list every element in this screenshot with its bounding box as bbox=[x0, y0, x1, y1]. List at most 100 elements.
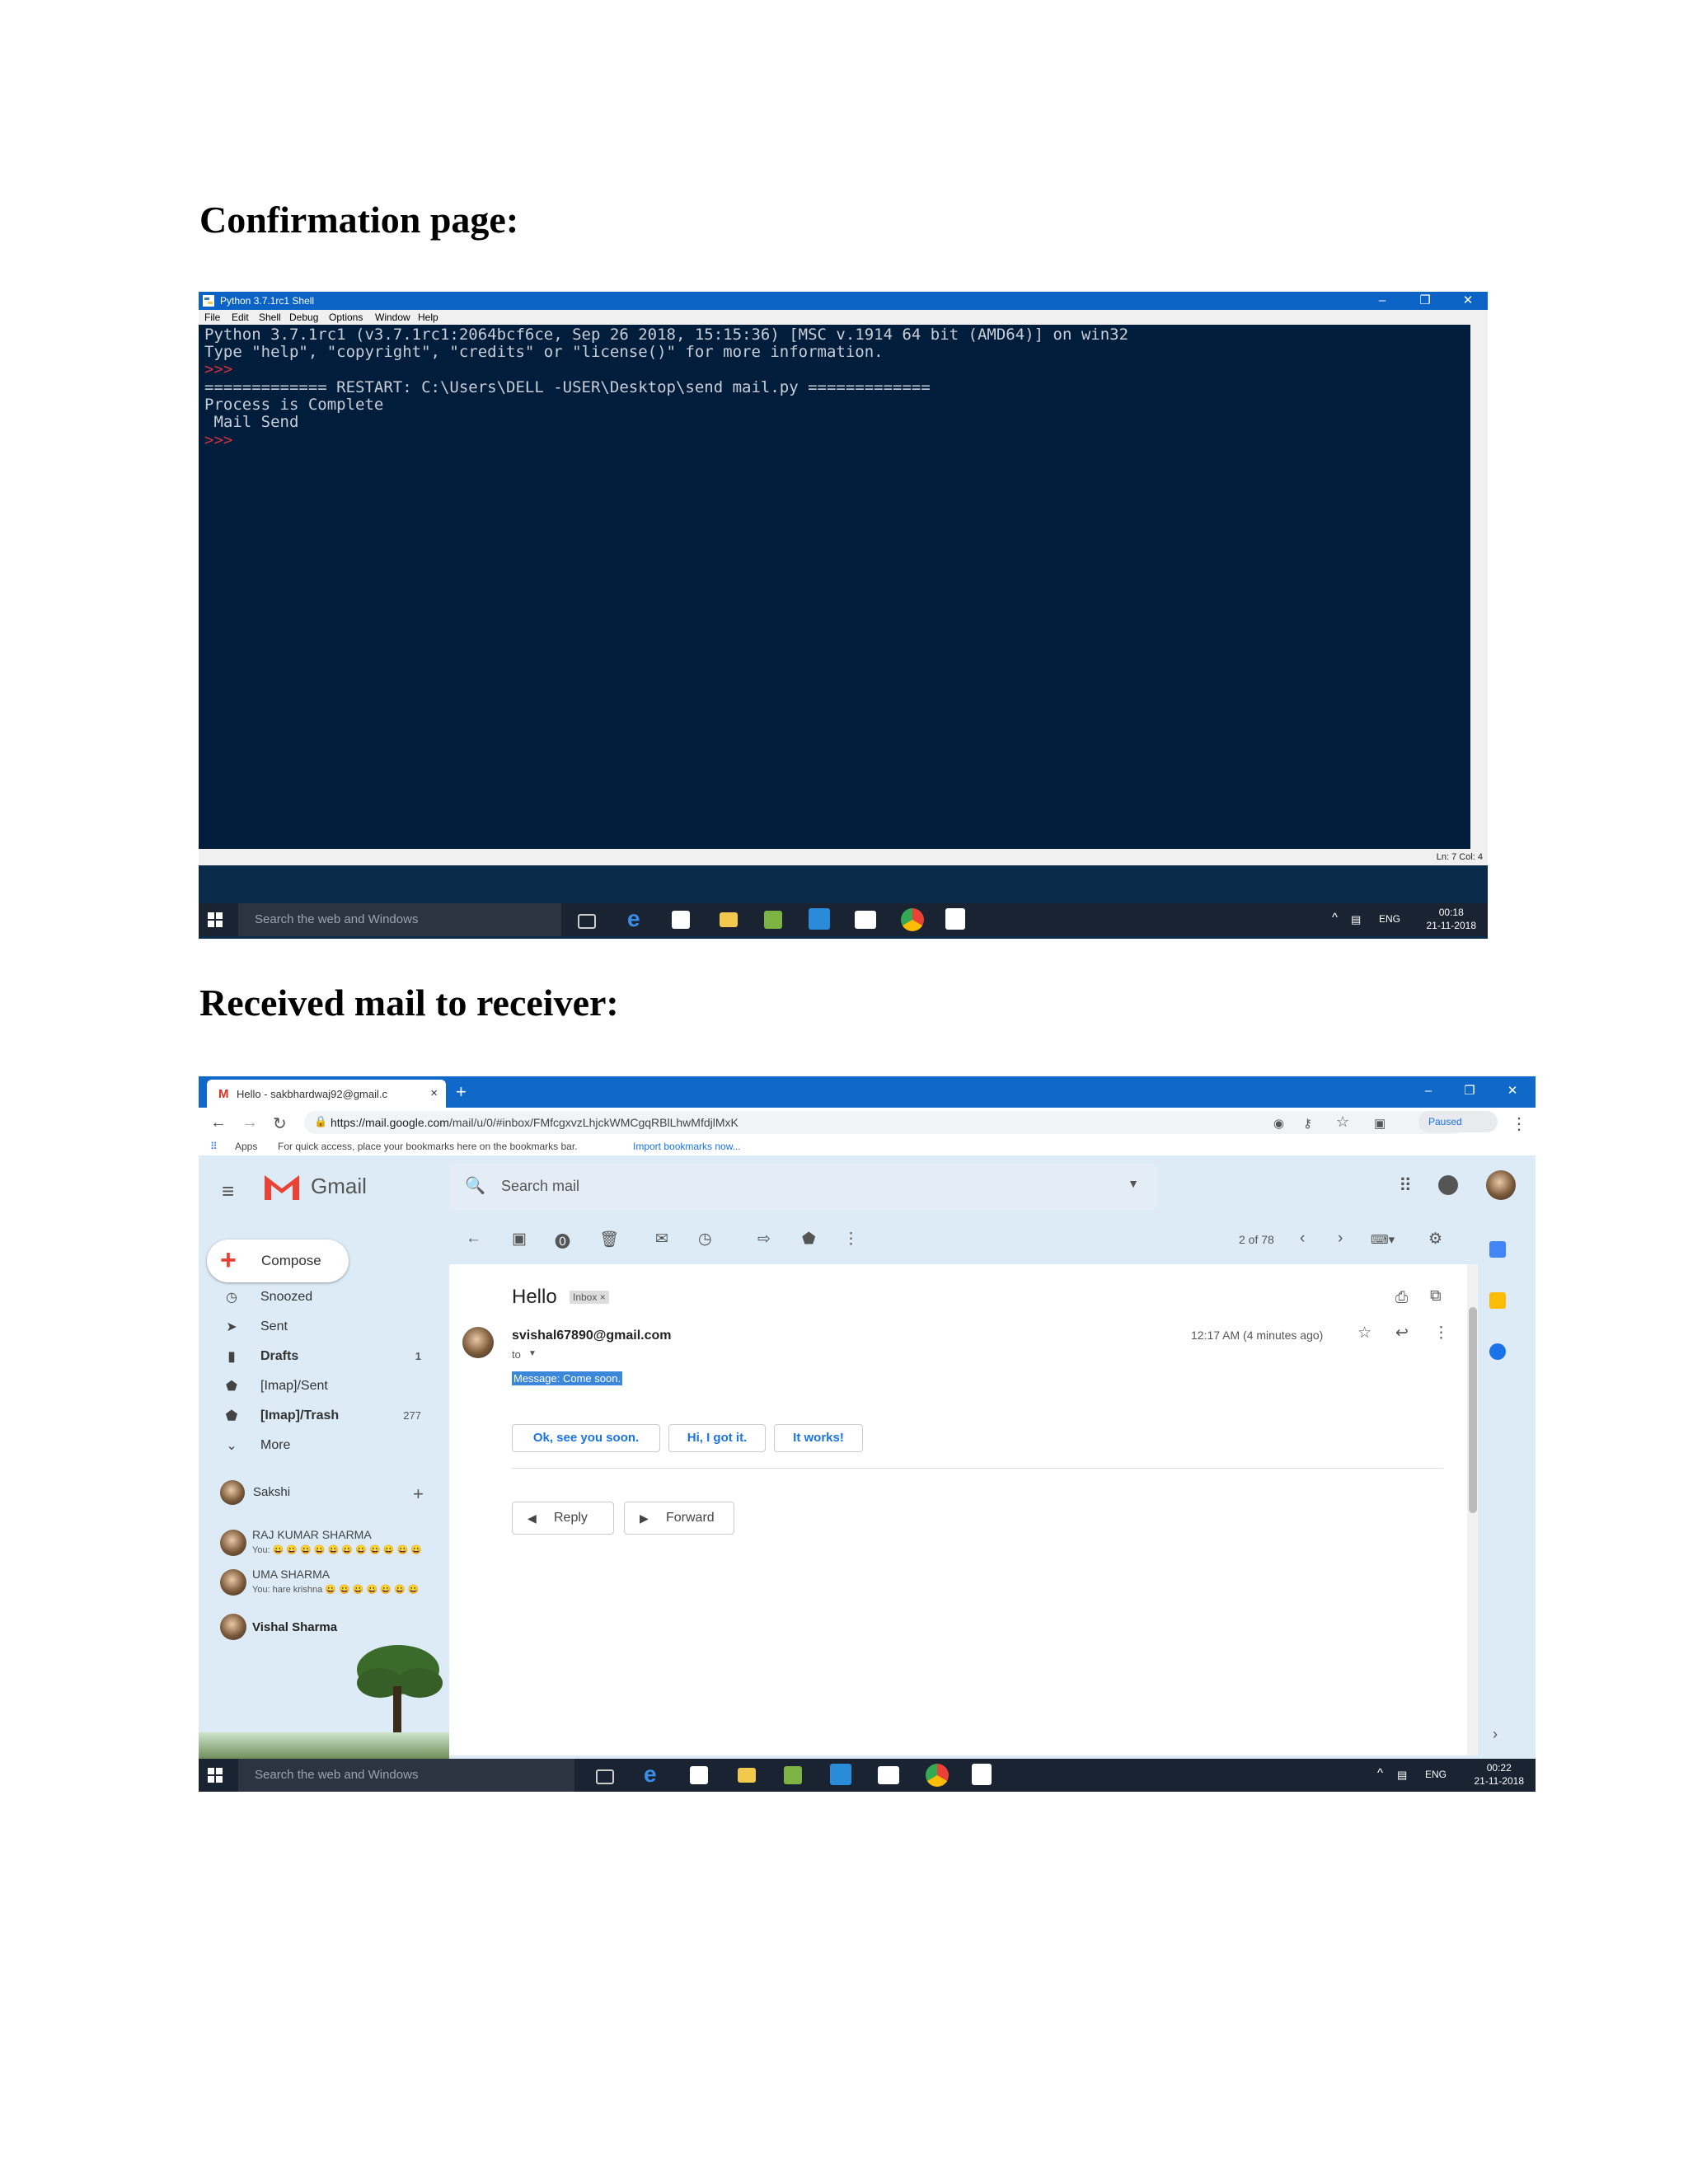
browser-menu-icon[interactable]: ⋮ bbox=[1511, 1113, 1527, 1134]
search-mail-input[interactable]: 🔍 Search mail ▼ bbox=[450, 1164, 1157, 1210]
sidebar-item-more[interactable]: ⌄ More bbox=[199, 1431, 446, 1460]
google-apps-icon[interactable]: ⠿ bbox=[1399, 1175, 1412, 1197]
photos-icon[interactable] bbox=[855, 911, 876, 929]
menu-window[interactable]: Window bbox=[375, 312, 410, 323]
account-avatar[interactable] bbox=[1486, 1170, 1516, 1200]
console-scrollbar[interactable] bbox=[1470, 325, 1488, 849]
word-icon[interactable] bbox=[830, 1764, 851, 1785]
report-spam-icon[interactable]: ⓿ bbox=[555, 1230, 570, 1252]
taskbar-clock[interactable]: 00:18 21-11-2018 bbox=[1427, 906, 1477, 932]
back-icon[interactable]: ← bbox=[210, 1113, 227, 1132]
menu-options[interactable]: Options bbox=[329, 312, 363, 323]
move-to-icon[interactable]: ⇨ bbox=[757, 1230, 771, 1249]
keep-icon[interactable] bbox=[1489, 1292, 1506, 1309]
main-menu-icon[interactable]: ≡ bbox=[222, 1179, 234, 1204]
language-indicator[interactable]: ENG bbox=[1379, 913, 1400, 925]
contact-name[interactable]: Vishal Sharma bbox=[252, 1620, 337, 1634]
sidebar-item-drafts[interactable]: ▮ Drafts 1 bbox=[199, 1342, 446, 1371]
inbox-label-chip[interactable]: Inbox × bbox=[570, 1291, 609, 1304]
sidebar-item-sent[interactable]: ➤ Sent bbox=[199, 1312, 446, 1342]
python-idle-icon[interactable] bbox=[945, 908, 965, 930]
forward-button[interactable]: ▶ Forward bbox=[624, 1502, 734, 1535]
store-icon[interactable] bbox=[672, 911, 690, 929]
tasks-icon[interactable] bbox=[1489, 1343, 1506, 1360]
edge-icon[interactable]: e bbox=[644, 1763, 667, 1787]
notepad-icon[interactable] bbox=[784, 1766, 802, 1784]
input-tools-icon[interactable]: ⌨▾ bbox=[1371, 1232, 1395, 1247]
sidebar-item-imap-trash[interactable]: ⬟ [Imap]/Trash 277 bbox=[199, 1401, 446, 1431]
expand-panel-chevron-icon[interactable]: › bbox=[1493, 1726, 1498, 1743]
tray-chevron-icon[interactable]: ^ bbox=[1377, 1766, 1383, 1780]
sender-email[interactable]: svishal67890@gmail.com bbox=[512, 1329, 671, 1343]
message-scrollbar[interactable] bbox=[1467, 1264, 1479, 1755]
task-view-icon[interactable] bbox=[596, 1769, 614, 1784]
menu-help[interactable]: Help bbox=[418, 312, 438, 323]
calendar-icon[interactable] bbox=[1489, 1241, 1506, 1258]
sidebar-item-imap-sent[interactable]: ⬟ [Imap]/Sent bbox=[199, 1371, 446, 1401]
back-to-inbox-icon[interactable]: ← bbox=[466, 1230, 481, 1248]
windows-start-icon[interactable] bbox=[207, 1767, 223, 1783]
contact-avatar[interactable] bbox=[220, 1614, 246, 1640]
notifications-icon[interactable] bbox=[1438, 1175, 1458, 1195]
hangouts-user-avatar[interactable] bbox=[220, 1480, 245, 1505]
snooze-icon[interactable]: ◷ bbox=[698, 1230, 712, 1249]
extension-icon[interactable]: ▣ bbox=[1374, 1116, 1386, 1131]
reload-icon[interactable]: ↻ bbox=[273, 1113, 287, 1134]
apps-grid-icon[interactable]: ⠿ bbox=[210, 1141, 218, 1152]
close-button[interactable]: ✕ bbox=[1451, 293, 1484, 309]
language-indicator[interactable]: ENG bbox=[1425, 1769, 1447, 1780]
browser-tab[interactable]: M Hello - sakbhardwaj92@gmail.c × bbox=[207, 1080, 446, 1108]
contact-avatar[interactable] bbox=[220, 1569, 246, 1596]
menu-debug[interactable]: Debug bbox=[289, 312, 318, 323]
mark-unread-icon[interactable]: ✉ bbox=[655, 1230, 668, 1249]
python-idle-icon[interactable] bbox=[972, 1764, 992, 1785]
sidebar-item-snoozed[interactable]: ◷ Snoozed bbox=[199, 1282, 446, 1312]
more-options-icon[interactable]: ⋮ bbox=[1433, 1324, 1449, 1343]
menu-file[interactable]: File bbox=[204, 312, 220, 323]
taskbar-search[interactable]: Search the web and Windows bbox=[238, 1759, 574, 1792]
reply-button[interactable]: ◀ Reply bbox=[512, 1502, 614, 1535]
import-bookmarks-link[interactable]: Import bookmarks now... bbox=[633, 1141, 741, 1152]
smart-reply-button[interactable]: Hi, I got it. bbox=[668, 1424, 766, 1452]
task-view-icon[interactable] bbox=[578, 914, 596, 929]
tab-close-icon[interactable]: × bbox=[430, 1086, 438, 1100]
star-icon[interactable]: ☆ bbox=[1357, 1324, 1372, 1343]
search-icon[interactable]: 🔍 bbox=[465, 1175, 485, 1196]
chrome-icon[interactable] bbox=[901, 908, 924, 931]
key-icon[interactable]: ⚷ bbox=[1303, 1116, 1312, 1131]
keyboard-icon[interactable]: ▤ bbox=[1351, 913, 1361, 926]
store-icon[interactable] bbox=[690, 1766, 708, 1784]
smart-reply-button[interactable]: Ok, see you soon. bbox=[512, 1424, 660, 1452]
profile-paused-button[interactable]: Paused bbox=[1418, 1111, 1498, 1132]
archive-icon[interactable]: ▣ bbox=[512, 1230, 527, 1249]
windows-start-icon[interactable] bbox=[207, 912, 223, 928]
search-options-chevron-icon[interactable]: ▼ bbox=[1128, 1177, 1139, 1190]
bookmarks-apps[interactable]: Apps bbox=[235, 1141, 257, 1152]
contact-name[interactable]: UMA SHARMA bbox=[252, 1568, 330, 1581]
contact-avatar[interactable] bbox=[220, 1530, 246, 1556]
minimize-button[interactable]: – bbox=[1412, 1083, 1445, 1099]
new-tab-button[interactable]: + bbox=[456, 1081, 467, 1103]
recipient-details-chevron-icon[interactable]: ▼ bbox=[528, 1349, 537, 1358]
keyboard-icon[interactable]: ▤ bbox=[1397, 1769, 1407, 1782]
photos-icon[interactable] bbox=[878, 1766, 899, 1784]
sender-avatar[interactable] bbox=[462, 1327, 494, 1358]
reply-icon[interactable]: ↩ bbox=[1395, 1324, 1409, 1343]
chrome-icon[interactable] bbox=[926, 1764, 949, 1787]
taskbar-clock[interactable]: 00:22 21-11-2018 bbox=[1475, 1761, 1525, 1788]
word-icon[interactable] bbox=[809, 908, 830, 930]
minimize-button[interactable]: – bbox=[1366, 293, 1399, 309]
forward-icon[interactable]: → bbox=[241, 1113, 258, 1132]
menu-shell[interactable]: Shell bbox=[259, 312, 281, 323]
print-icon[interactable]: ⎙ bbox=[1395, 1289, 1408, 1307]
more-actions-icon[interactable]: ⋮ bbox=[843, 1230, 859, 1249]
open-in-new-window-icon[interactable]: ⧉ bbox=[1430, 1287, 1442, 1305]
contact-name[interactable]: RAJ KUMAR SHARMA bbox=[252, 1528, 372, 1541]
hangouts-user-name[interactable]: Sakshi bbox=[253, 1485, 290, 1499]
notepad-icon[interactable] bbox=[764, 911, 782, 929]
labels-icon[interactable]: ⬟ bbox=[802, 1230, 816, 1249]
file-explorer-icon[interactable] bbox=[738, 1768, 756, 1783]
scrollbar-thumb[interactable] bbox=[1469, 1307, 1477, 1513]
restore-button[interactable]: ❐ bbox=[1409, 293, 1442, 309]
taskbar-search[interactable]: Search the web and Windows bbox=[238, 903, 561, 936]
